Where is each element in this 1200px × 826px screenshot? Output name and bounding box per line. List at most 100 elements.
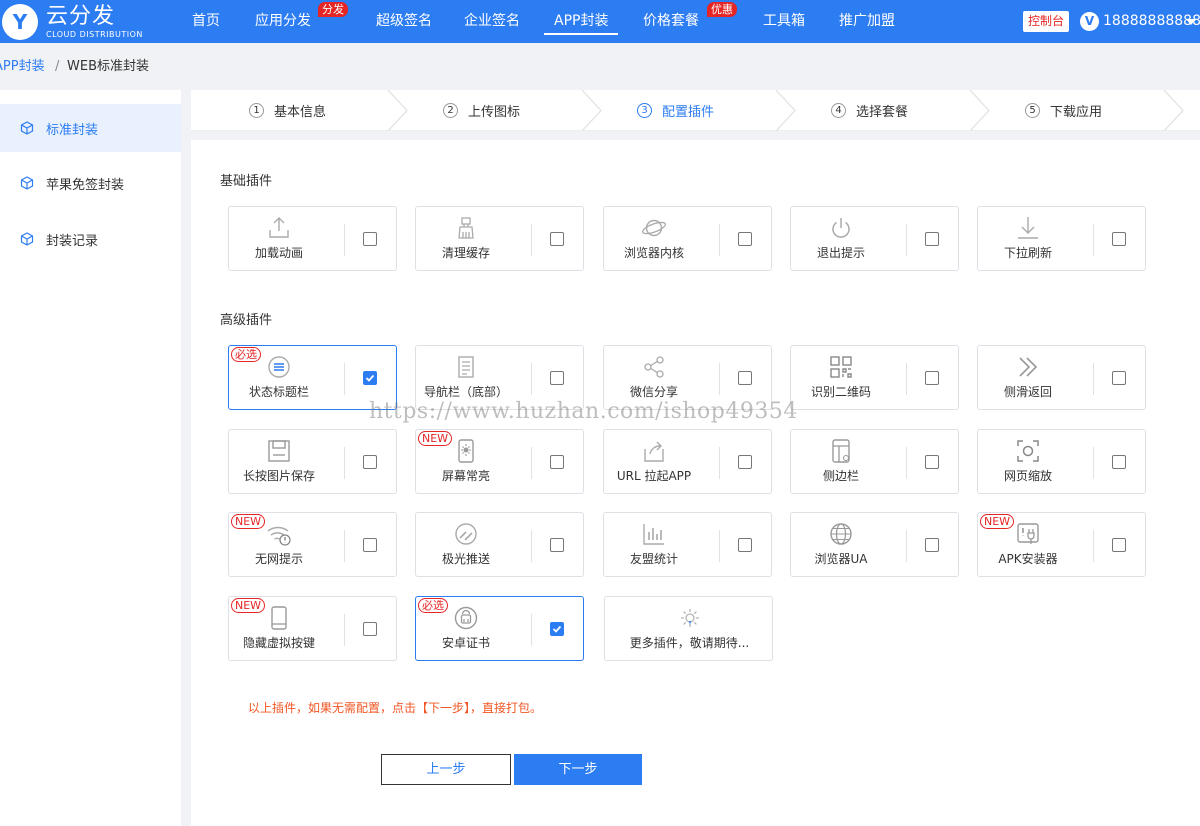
plugin-card-bar-chart[interactable]: 友盟统计 [603, 512, 772, 577]
plugin-checkbox[interactable] [363, 622, 377, 636]
step-label: 选择套餐 [856, 105, 909, 120]
step-separator-icon [969, 90, 990, 131]
plugin-label: URL 拉起APP [616, 469, 692, 483]
breadcrumb-parent[interactable]: APP封装 [0, 43, 45, 90]
plugin-card-document[interactable]: 导航栏（底部） [415, 345, 584, 410]
nav-toolbox[interactable]: 工具箱 [763, 0, 805, 43]
plugin-card-apk-plug[interactable]: APK安装器 NEW [977, 512, 1146, 577]
plugin-checkbox[interactable] [363, 232, 377, 246]
plugin-card-sidebar-device[interactable]: 侧边栏 [790, 429, 959, 494]
plugin-label: 清理缓存 [441, 246, 490, 260]
card-divider [719, 530, 720, 562]
plugin-card-qr-code[interactable]: 识别二维码 [790, 345, 959, 410]
sidebar: 标准封装 苹果免签封装 封装记录 [0, 90, 181, 826]
step-label: 下载应用 [1050, 105, 1103, 120]
avatar[interactable]: V [1080, 12, 1099, 31]
plugin-label: 浏览器内核 [623, 246, 684, 260]
globe-icon [830, 523, 852, 545]
step-upload-icon: 2 上传图标 [443, 90, 520, 131]
plugin-checkbox[interactable] [363, 538, 377, 552]
prev-step-button[interactable]: 上一步 [381, 754, 511, 785]
plugin-card-double-chevron[interactable]: 侧滑返回 [977, 345, 1146, 410]
plugin-checkbox[interactable] [738, 455, 752, 469]
card-divider [531, 614, 532, 646]
nav-partner[interactable]: 推广加盟 [839, 0, 895, 43]
phone-sun-icon [458, 439, 474, 463]
sidebar-item-standard-wrap[interactable]: 标准封装 [0, 104, 181, 152]
gear-icon [681, 609, 699, 627]
step-number: 5 [1025, 103, 1040, 118]
plugin-checkbox[interactable] [925, 371, 939, 385]
step-label: 上传图标 [468, 105, 521, 120]
plugin-checkbox[interactable] [550, 538, 564, 552]
sidebar-item-label: 标准封装 [46, 122, 99, 138]
card-divider [906, 363, 907, 395]
plugin-label: 侧边栏 [822, 469, 859, 483]
double-chevron-icon [1019, 357, 1038, 377]
plugin-checkbox[interactable] [1112, 538, 1126, 552]
card-divider [1093, 447, 1094, 479]
plugin-checkbox[interactable] [1112, 232, 1126, 246]
plugin-checkbox[interactable] [925, 455, 939, 469]
plugin-card-phone[interactable]: 隐藏虚拟按键 NEW [228, 596, 397, 661]
plugin-card-save[interactable]: 长按图片保存 [228, 429, 397, 494]
plugin-checkbox[interactable] [925, 538, 939, 552]
plugin-card-brush[interactable]: 清理缓存 [415, 206, 584, 271]
save-icon [268, 440, 290, 462]
console-button[interactable]: 控制台 [1023, 11, 1069, 32]
plugin-checkbox[interactable] [738, 371, 752, 385]
step-separator-icon [775, 90, 796, 131]
plugin-label: 浏览器UA [814, 552, 868, 566]
download-arrow-icon [1018, 217, 1038, 239]
plugin-card-push[interactable]: 极光推送 [415, 512, 584, 577]
plugin-card-wifi-alert[interactable]: 无网提示 NEW [228, 512, 397, 577]
card-divider [1093, 363, 1094, 395]
plugin-label: 屏幕常亮 [441, 469, 490, 483]
wifi-alert-icon [267, 526, 291, 546]
plugin-checkbox[interactable] [363, 455, 377, 469]
plugin-card-launch[interactable]: URL 拉起APP [603, 429, 772, 494]
plugin-card-power[interactable]: 退出提示 [790, 206, 959, 271]
nav-app-wrap[interactable]: APP封装 [543, 0, 620, 43]
brand-logo[interactable]: Y 云分发 CLOUD DISTRIBUTION [2, 4, 143, 40]
plugin-checkbox[interactable] [550, 622, 564, 636]
power-icon [832, 218, 850, 238]
card-divider [344, 447, 345, 479]
nav-pricing[interactable]: 价格套餐 [643, 0, 699, 43]
plugin-card-planet[interactable]: 浏览器内核 [603, 206, 772, 271]
step-number: 1 [249, 103, 264, 118]
plugin-checkbox[interactable] [925, 232, 939, 246]
sidebar-item-label: 苹果免签封装 [46, 177, 125, 193]
plugin-card-globe[interactable]: 浏览器UA [790, 512, 959, 577]
plugin-card-android[interactable]: 安卓证书 必选 [415, 596, 584, 661]
plugin-card-upload[interactable]: 加载动画 [228, 206, 397, 271]
plugin-checkbox[interactable] [550, 371, 564, 385]
card-divider [344, 614, 345, 646]
step-basic-info: 1 基本信息 [249, 90, 326, 131]
plugin-checkbox[interactable] [550, 232, 564, 246]
plugin-checkbox[interactable] [1112, 455, 1126, 469]
card-divider [719, 363, 720, 395]
plugin-checkbox[interactable] [550, 455, 564, 469]
plugin-checkbox[interactable] [363, 371, 377, 385]
plugin-label: 状态标题栏 [248, 385, 309, 399]
next-step-button[interactable]: 下一步 [514, 754, 642, 785]
plugin-card-zoom-frame[interactable]: 网页缩放 [977, 429, 1146, 494]
nav-enterprise-sign[interactable]: 企业签名 [464, 0, 520, 43]
nav-home[interactable]: 首页 [192, 0, 220, 43]
sidebar-item-apple-wrap[interactable]: 苹果免签封装 [0, 159, 181, 207]
plugin-checkbox[interactable] [1112, 371, 1126, 385]
sidebar-item-wrap-records[interactable]: 封装记录 [0, 215, 181, 263]
step-separator-icon [1163, 90, 1184, 131]
plugin-card-phone-sun[interactable]: 屏幕常亮 NEW [415, 429, 584, 494]
plugin-checkbox[interactable] [738, 232, 752, 246]
card-divider [531, 530, 532, 562]
plugin-card-list-circle[interactable]: 状态标题栏 必选 [228, 345, 397, 410]
plugin-checkbox[interactable] [738, 538, 752, 552]
android-icon [454, 606, 478, 630]
chevron-down-icon[interactable] [1186, 19, 1196, 25]
plugin-card-download-arrow[interactable]: 下拉刷新 [977, 206, 1146, 271]
plugin-card-share[interactable]: 微信分享 [603, 345, 772, 410]
nav-super-sign[interactable]: 超级签名 [376, 0, 432, 43]
nav-app-distribution[interactable]: 应用分发 [255, 0, 311, 43]
